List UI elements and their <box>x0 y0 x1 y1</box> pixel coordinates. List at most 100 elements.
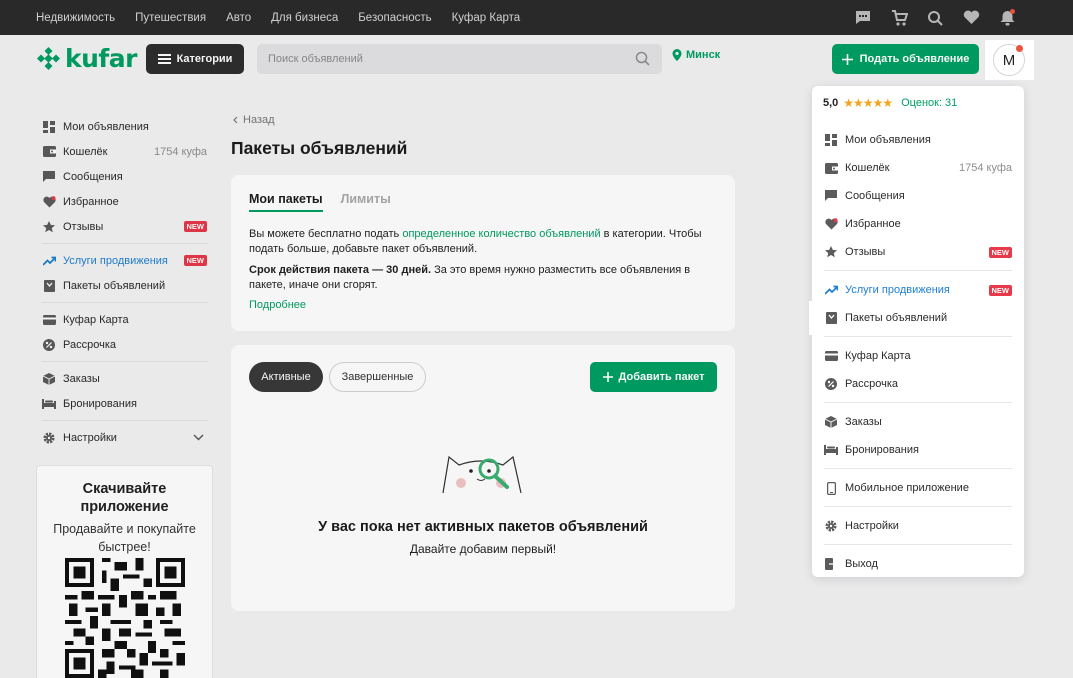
tab-limits[interactable]: Лимиты <box>341 192 391 212</box>
divider <box>42 302 208 303</box>
top-link-kufar-card[interactable]: Куфар Карта <box>452 12 521 24</box>
menu-item-orders[interactable]: Заказы <box>812 408 1024 436</box>
trend-icon <box>42 254 56 268</box>
wallet-balance: 1754 куфа <box>153 145 207 158</box>
rating-score: 5,0 <box>823 97 839 109</box>
plus-icon <box>841 53 853 65</box>
post-ad-button[interactable]: Подать объявление <box>832 44 979 74</box>
header: kufar Категории Минск Подать объявление <box>0 35 1073 83</box>
sidebar-item-label: Услуги продвижения <box>63 254 168 267</box>
empty-state-title: У вас пока нет активных пакетов объявлен… <box>318 519 648 535</box>
menu-item-installment[interactable]: Рассрочка <box>812 370 1024 398</box>
top-link-auto[interactable]: Авто <box>226 12 251 24</box>
categories-label: Категории <box>176 53 233 65</box>
menu-item-label: Настройки <box>845 520 899 532</box>
sidebar-item-my-ads[interactable]: Мои объявления <box>36 114 210 139</box>
qr-code[interactable] <box>65 558 185 678</box>
menu-item-wallet[interactable]: Кошелёк 1754 куфа <box>812 154 1024 182</box>
divider <box>824 506 1012 507</box>
menu-item-settings[interactable]: Настройки <box>812 512 1024 540</box>
categories-button[interactable]: Категории <box>146 44 244 74</box>
more-link[interactable]: Подробнее <box>249 299 306 311</box>
installment-icon <box>824 377 838 391</box>
sidebar-item-label: Пакеты объявлений <box>63 279 166 292</box>
add-package-button[interactable]: Добавить пакет <box>590 362 717 392</box>
top-link-realty[interactable]: Недвижимость <box>36 12 115 24</box>
avatar-letter: M <box>1002 51 1016 69</box>
top-link-travel[interactable]: Путешествия <box>135 12 206 24</box>
heart-icon <box>42 195 56 209</box>
ratings-count-link[interactable]: Оценок: 31 <box>901 97 957 109</box>
chevron-left-icon <box>233 116 238 124</box>
sidebar-item-installment[interactable]: Рассрочка <box>36 332 210 357</box>
dropdown-menu: Мои объявления Кошелёк 1754 куфа Сообщен… <box>812 126 1024 578</box>
menu-item-kufar-card[interactable]: Куфар Карта <box>812 342 1024 370</box>
menu-item-label: Услуги продвижения <box>845 284 950 296</box>
notifications-icon[interactable] <box>997 8 1017 28</box>
top-link-business[interactable]: Для бизнеса <box>271 12 338 24</box>
city-label: Минск <box>686 49 721 61</box>
sidebar-item-bookings[interactable]: Бронирования <box>36 391 210 416</box>
ad-quota-link[interactable]: определенное количество объявлений <box>402 228 600 240</box>
messages-icon[interactable] <box>853 8 873 28</box>
sidebar-item-orders[interactable]: Заказы <box>36 366 210 391</box>
menu-item-packages[interactable]: Пакеты объявлений <box>812 304 990 332</box>
sidebar-item-label: Бронирования <box>63 397 137 410</box>
info-text-part: Вы можете бесплатно подать <box>249 228 403 240</box>
menu-item-mobile-app[interactable]: Мобильное приложение <box>812 474 1024 502</box>
search-input[interactable] <box>257 44 627 74</box>
new-badge: NEW <box>988 284 1012 296</box>
favorites-icon[interactable] <box>961 8 981 28</box>
saved-search-icon[interactable] <box>925 8 945 28</box>
sidebar-item-settings[interactable]: Настройки <box>36 425 210 450</box>
back-link[interactable]: Назад <box>233 114 275 126</box>
sidebar-item-reviews[interactable]: Отзывы NEW <box>36 214 210 239</box>
divider <box>824 468 1012 469</box>
gear-icon <box>824 519 838 533</box>
avatar[interactable]: M <box>993 44 1025 76</box>
sidebar-item-wallet[interactable]: Кошелёк 1754 куфа <box>36 139 210 164</box>
menu-icon <box>157 54 171 64</box>
cart-icon[interactable] <box>889 8 909 28</box>
sidebar-item-messages[interactable]: Сообщения <box>36 164 210 189</box>
star-icon <box>824 245 838 259</box>
search-icon[interactable] <box>635 51 650 66</box>
city-selector[interactable]: Минск <box>672 49 720 61</box>
back-label: Назад <box>243 114 275 126</box>
sidebar-item-kufar-card[interactable]: Куфар Карта <box>36 307 210 332</box>
menu-item-my-ads[interactable]: Мои объявления <box>812 126 1024 154</box>
top-link-safety[interactable]: Безопасность <box>358 12 431 24</box>
card-icon <box>824 349 838 363</box>
divider <box>824 544 1012 545</box>
menu-item-messages[interactable]: Сообщения <box>812 182 1024 210</box>
sidebar-item-favorites[interactable]: Избранное <box>36 189 210 214</box>
menu-item-favorites[interactable]: Избранное <box>812 210 1024 238</box>
add-package-label: Добавить пакет <box>618 371 705 383</box>
menu-item-label: Куфар Карта <box>845 350 911 362</box>
app-card-title: Скачивайте приложение <box>80 481 169 515</box>
tab-my-packages[interactable]: Мои пакеты <box>249 192 323 212</box>
bed-icon <box>42 397 56 411</box>
phone-icon <box>824 481 838 495</box>
filter-completed[interactable]: Завершенные <box>329 362 426 392</box>
sidebar-item-label: Куфар Карта <box>63 313 129 326</box>
menu-item-bookings[interactable]: Бронирования <box>812 436 1024 464</box>
menu-item-reviews[interactable]: Отзывы NEW <box>812 238 1024 266</box>
sidebar-item-promotion[interactable]: Услуги продвижения NEW <box>36 248 210 273</box>
logo[interactable]: kufar <box>36 43 138 73</box>
heart-icon <box>824 217 838 231</box>
sidebar-item-label: Мои объявления <box>63 120 149 133</box>
logo-text: kufar <box>65 43 138 73</box>
menu-item-logout[interactable]: Выход <box>812 550 1024 578</box>
filter-active[interactable]: Активные <box>249 362 323 392</box>
gear-icon <box>42 431 56 445</box>
trend-icon <box>824 283 838 297</box>
search-box <box>257 44 662 74</box>
sidebar-item-label: Кошелёк <box>63 145 108 158</box>
packages-info-card: Мои пакеты Лимиты Вы можете бесплатно по… <box>231 175 735 331</box>
sidebar-item-packages[interactable]: Пакеты объявлений <box>36 273 210 298</box>
chevron-down-icon[interactable] <box>193 434 204 441</box>
top-links: Недвижимость Путешествия Авто Для бизнес… <box>36 0 540 35</box>
star-icon <box>42 220 56 234</box>
menu-item-promotion[interactable]: Услуги продвижения NEW <box>812 276 1024 304</box>
